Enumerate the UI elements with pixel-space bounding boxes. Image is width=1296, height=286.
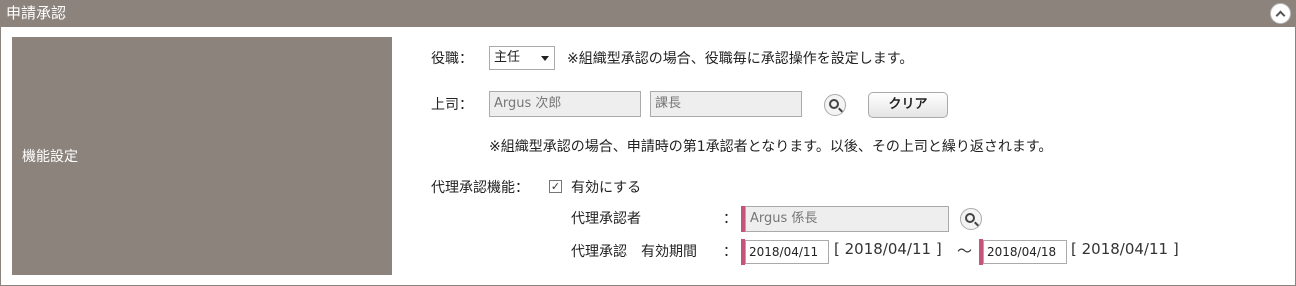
clear-button[interactable]: クリア (868, 92, 948, 118)
position-select[interactable]: 主任 (489, 46, 555, 70)
chevron-up-icon (1275, 10, 1286, 21)
proxy-approver-label: 代理承認者 (571, 211, 641, 227)
boss-title-field[interactable]: 課長 (650, 91, 802, 117)
position-note: ※組織型承認の場合、役職毎に承認操作を設定します。 (567, 51, 914, 67)
section-header: 申請承認 (0, 0, 1296, 27)
dropdown-arrow-icon (541, 56, 549, 61)
proxy-approver-colon: ： (723, 211, 737, 227)
section-label-cell: 機能設定 (12, 37, 392, 275)
position-selected-value: 主任 (494, 50, 521, 65)
end-date-input[interactable]: 2018/04/18 (983, 240, 1067, 264)
boss-search-button[interactable] (824, 94, 846, 116)
boss-name-field[interactable]: Argus 次郎 (489, 91, 641, 117)
section-label: 機能設定 (22, 149, 78, 165)
proxy-enable-label: 有効にする (571, 180, 642, 196)
collapse-button[interactable] (1270, 3, 1291, 24)
start-date-display: [ 2018/04/11 ] (834, 240, 942, 258)
section-title: 申請承認 (6, 4, 67, 22)
period-separator: ～ (957, 242, 973, 260)
proxy-period-colon: ： (723, 244, 737, 260)
proxy-period-label: 代理承認 有効期間 (571, 244, 697, 260)
proxy-label: 代理承認機能： (431, 180, 529, 196)
proxy-enable-checkbox[interactable]: ✓ (549, 180, 562, 193)
boss-note: ※組織型承認の場合、申請時の第1承認者となります。以後、その上司と繰り返されます… (489, 139, 1053, 155)
proxy-approver-field[interactable]: Argus 係長 (745, 206, 949, 232)
start-date-input[interactable]: 2018/04/11 (745, 240, 829, 264)
boss-label: 上司： (431, 97, 473, 113)
proxy-search-button[interactable] (960, 208, 982, 230)
end-date-display: [ 2018/04/11 ] (1071, 240, 1179, 258)
position-label: 役職： (431, 51, 473, 67)
